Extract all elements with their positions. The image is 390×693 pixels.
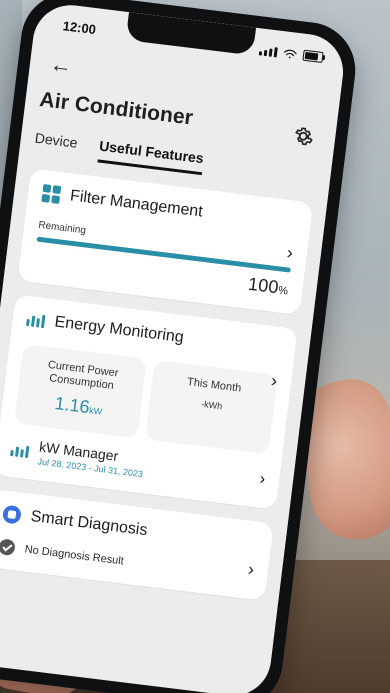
- status-time: 12:00: [61, 18, 97, 38]
- signal-icon: [258, 45, 278, 57]
- chevron-right-icon[interactable]: ›: [270, 370, 278, 392]
- this-month-label: This Month: [186, 375, 242, 395]
- current-power-tile: Current Power Consumption 1.16kW: [14, 343, 147, 439]
- smart-diagnosis-title: Smart Diagnosis: [29, 507, 149, 540]
- tab-device[interactable]: Device: [33, 130, 78, 160]
- energy-monitoring-card[interactable]: Energy Monitoring › Current Power Consum…: [0, 294, 298, 510]
- bar-chart-icon: [26, 312, 46, 329]
- this-month-tile: This Month -kWh: [145, 359, 278, 455]
- kw-manager-text: kW Manager Jul 28, 2023 - Jul 31, 2023: [37, 438, 146, 479]
- chevron-right-icon[interactable]: ›: [286, 242, 294, 264]
- app-content: ← Air Conditioner Device Useful Features: [0, 41, 342, 693]
- diagnosis-icon: [1, 504, 22, 525]
- status-icons: [258, 44, 324, 64]
- filter-management-card[interactable]: Filter Management › Remaining 100%: [17, 168, 314, 316]
- tab-useful-features[interactable]: Useful Features: [97, 137, 205, 176]
- energy-monitoring-title: Energy Monitoring: [53, 313, 185, 347]
- smart-diagnosis-card[interactable]: Smart Diagnosis › No Diagnosis Result: [0, 488, 274, 601]
- current-power-unit: kW: [88, 405, 103, 418]
- filter-remaining-unit: %: [277, 284, 289, 298]
- filter-remaining-number: 100: [246, 273, 280, 298]
- chevron-right-icon[interactable]: ›: [259, 471, 266, 490]
- energy-metrics: Current Power Consumption 1.16kW This Mo…: [14, 343, 278, 455]
- battery-icon: [302, 49, 324, 64]
- current-power-label: Current Power Consumption: [47, 358, 120, 392]
- current-power-number: 1.16: [53, 393, 91, 418]
- filter-grid-icon: [41, 183, 62, 205]
- chevron-right-icon[interactable]: ›: [247, 559, 255, 581]
- current-power-value: 1.16kW: [28, 390, 130, 423]
- back-arrow-icon[interactable]: ←: [49, 51, 74, 78]
- kw-chart-icon: [10, 442, 30, 459]
- background-scene: 12:00 ← Air Conditioner Device Useful Fe…: [0, 0, 390, 693]
- wifi-icon: [283, 49, 297, 58]
- diagnosis-result-text: No Diagnosis Result: [24, 543, 125, 568]
- check-circle-icon: [0, 538, 16, 557]
- filter-management-title: Filter Management: [69, 187, 204, 221]
- gear-icon[interactable]: [290, 123, 317, 150]
- this-month-value: -kWh: [200, 398, 223, 412]
